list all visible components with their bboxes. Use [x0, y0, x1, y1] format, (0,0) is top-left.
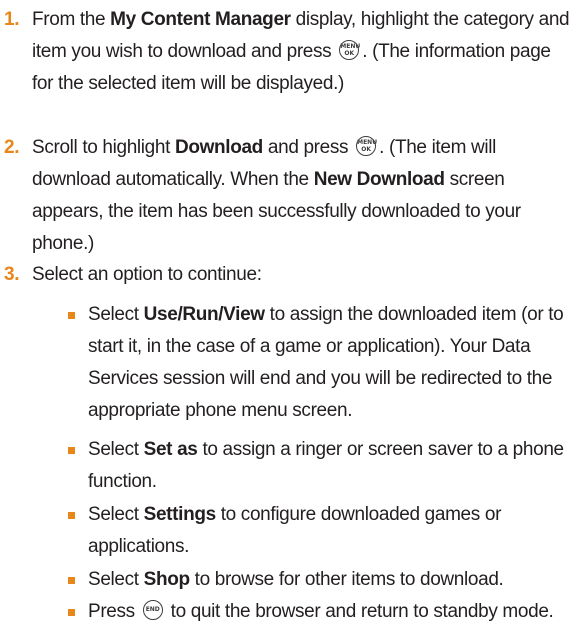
option-text: Select Settings to configure downloaded … — [88, 499, 576, 563]
instruction-page: 1. From the My Content Manager display, … — [0, 0, 579, 643]
step-number: 3. — [4, 264, 20, 285]
text-run: Scroll to highlight — [32, 137, 175, 158]
step-text: From the My Content Manager display, hig… — [32, 4, 571, 100]
key-label: END — [145, 605, 160, 613]
bold-term: Download — [174, 137, 263, 158]
text-run: Press — [88, 601, 140, 622]
bullet-square-icon — [68, 512, 75, 519]
step-text: Scroll to highlight Download and press M… — [32, 132, 571, 260]
step-text: Select an option to continue: — [32, 259, 571, 291]
bold-term: New Download — [313, 169, 445, 190]
list-item: Select Set as to assign a ringer or scre… — [68, 434, 576, 498]
bullet-square-icon — [68, 312, 75, 319]
key-label-bottom: OK — [344, 49, 355, 57]
bold-term: My Content Manager — [110, 9, 291, 30]
step-2: 2. Scroll to highlight Download and pres… — [0, 132, 579, 254]
key-label-bottom: OK — [361, 145, 371, 153]
list-item: Select Shop to browse for other items to… — [68, 564, 576, 596]
text-run: to quit the browser and return to standb… — [165, 601, 554, 622]
end-key-icon: END — [142, 599, 163, 620]
text-run: Select — [88, 504, 144, 525]
list-item: Select Settings to configure downloaded … — [68, 499, 576, 563]
menu-ok-key-icon: MENU OK — [356, 135, 377, 156]
bold-term: Shop — [143, 569, 190, 590]
step-number: 2. — [4, 137, 20, 158]
text-run: From the — [32, 9, 111, 30]
text-run: and press — [262, 137, 354, 158]
list-item: Select Use/Run/View to assign the downlo… — [68, 299, 576, 427]
list-item: Press END to quit the browser and return… — [68, 596, 576, 628]
step-number: 1. — [4, 9, 20, 30]
text-run: Select — [88, 304, 144, 325]
bold-term: Use/Run/View — [143, 304, 265, 325]
option-text: Press END to quit the browser and return… — [88, 596, 576, 628]
text-run: to browse for other items to download. — [189, 569, 504, 590]
option-text: Select Set as to assign a ringer or scre… — [88, 434, 576, 498]
option-text: Select Use/Run/View to assign the downlo… — [88, 299, 576, 427]
bullet-square-icon — [68, 609, 75, 616]
bold-term: Settings — [143, 504, 217, 525]
bullet-square-icon — [68, 447, 75, 454]
text-run: Select — [88, 569, 144, 590]
bullet-square-icon — [68, 577, 75, 584]
bold-term: Set as — [143, 439, 198, 460]
step-3: 3. Select an option to continue: — [0, 259, 579, 295]
step-1: 1. From the My Content Manager display, … — [0, 4, 579, 124]
option-text: Select Shop to browse for other items to… — [88, 564, 576, 596]
text-run: Select an option to continue: — [32, 264, 262, 285]
menu-ok-key-icon: MENU OK — [339, 39, 360, 60]
text-run: Select — [88, 439, 144, 460]
